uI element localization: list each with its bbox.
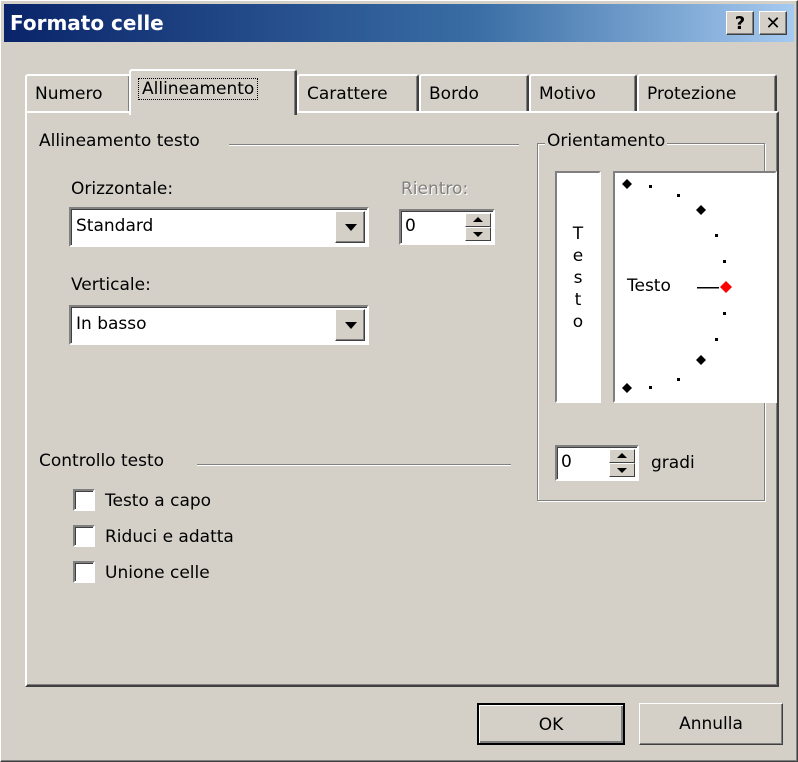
- dial-pointer-icon: [720, 281, 732, 293]
- format-cells-dialog: Formato celle ? ✕ Numero Allineamento Ca…: [0, 0, 798, 762]
- text-control-divider: [197, 464, 511, 466]
- orientation-dial[interactable]: Testo: [613, 171, 777, 403]
- degrees-value: 0: [561, 452, 572, 472]
- title-bar: Formato celle ? ✕: [4, 4, 794, 42]
- indent-value: 0: [405, 216, 416, 236]
- horizontal-label: Orizzontale:: [71, 179, 174, 199]
- indent-down-icon[interactable]: [465, 227, 491, 241]
- vertical-text-box[interactable]: T e s t o: [555, 171, 601, 403]
- dialog-title: Formato celle: [10, 11, 164, 35]
- indent-up-icon[interactable]: [465, 213, 491, 227]
- horizontal-select[interactable]: Standard: [69, 207, 369, 247]
- shrink-to-fit-label: Riduci e adatta: [105, 527, 234, 547]
- tab-numero[interactable]: Numero: [25, 74, 131, 112]
- help-icon: ?: [734, 13, 746, 34]
- alignment-group-label: Allineamento testo: [39, 131, 200, 151]
- indent-label: Rientro:: [401, 179, 469, 199]
- horizontal-dropdown-icon[interactable]: [335, 211, 365, 243]
- dial-marker-bottom: [622, 383, 632, 393]
- text-control-group-label: Controllo testo: [39, 451, 165, 471]
- cancel-button[interactable]: Annulla: [639, 703, 783, 745]
- vertical-select-value: In basso: [76, 314, 147, 334]
- vertical-text: T e s t o: [572, 224, 584, 332]
- horizontal-select-value: Standard: [76, 216, 154, 236]
- degrees-down-icon[interactable]: [609, 463, 635, 477]
- close-icon: ✕: [765, 13, 781, 34]
- vertical-select[interactable]: In basso: [69, 305, 369, 345]
- vertical-dropdown-icon[interactable]: [335, 309, 365, 341]
- orientation-group-label: Orientamento: [545, 131, 668, 151]
- tab-bordo[interactable]: Bordo: [419, 74, 529, 112]
- tab-protezione[interactable]: Protezione: [637, 74, 777, 112]
- tab-allineamento[interactable]: Allineamento: [129, 69, 297, 115]
- degrees-up-icon[interactable]: [609, 449, 635, 463]
- shrink-to-fit-checkbox[interactable]: [73, 525, 95, 547]
- degrees-stepper[interactable]: 0: [555, 445, 639, 481]
- tab-motivo[interactable]: Motivo: [529, 74, 637, 112]
- tab-carattere[interactable]: Carattere: [297, 74, 419, 112]
- dial-marker-top: [622, 179, 632, 189]
- dial-marker-upper: [696, 205, 706, 215]
- indent-stepper[interactable]: 0: [399, 209, 495, 245]
- close-button[interactable]: ✕: [759, 11, 787, 35]
- dial-text: Testo: [627, 276, 671, 296]
- ok-button[interactable]: OK: [477, 703, 625, 745]
- vertical-label: Verticale:: [71, 275, 151, 295]
- alignment-group-divider: [229, 144, 519, 146]
- merge-cells-checkbox[interactable]: [73, 561, 95, 583]
- dial-marker-lower: [696, 355, 706, 365]
- degrees-label: gradi: [651, 453, 695, 473]
- wrap-text-checkbox[interactable]: [73, 489, 95, 511]
- help-button[interactable]: ?: [726, 11, 754, 35]
- wrap-text-label: Testo a capo: [105, 491, 212, 511]
- merge-cells-label: Unione celle: [105, 563, 210, 583]
